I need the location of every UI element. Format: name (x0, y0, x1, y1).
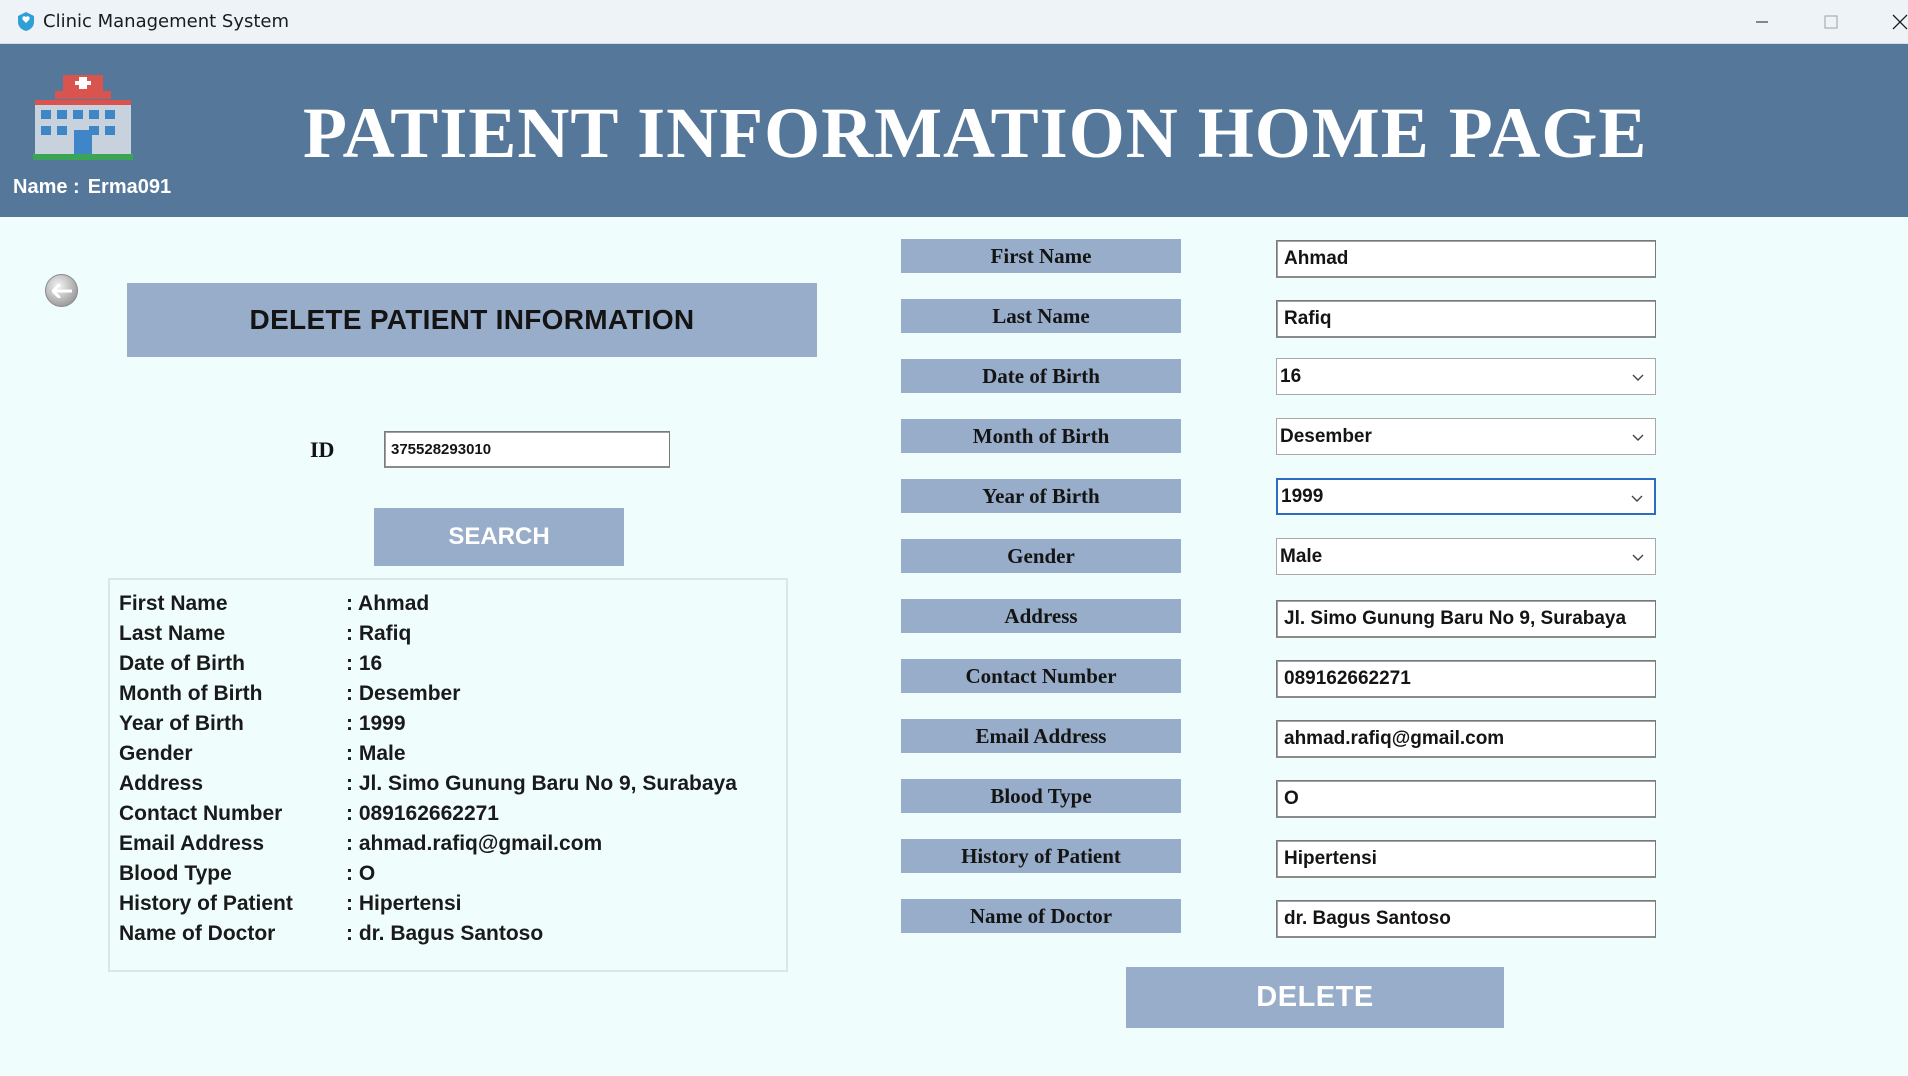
info-key: Last Name (119, 622, 226, 645)
info-key: Year of Birth (119, 712, 244, 735)
id-input[interactable] (384, 431, 670, 468)
search-button[interactable]: SEARCH (374, 508, 624, 566)
info-value: : Desember (346, 682, 461, 705)
info-key: First Name (119, 592, 228, 615)
address-field[interactable]: Jl. Simo Gunung Baru No 9, Surabaya (1276, 600, 1656, 638)
info-value: : Male (346, 742, 406, 765)
address-label: Address (901, 599, 1181, 633)
back-arrow-icon (51, 283, 72, 298)
chevron-down-icon (1632, 374, 1644, 381)
back-button[interactable] (45, 274, 78, 307)
info-value: : ahmad.rafiq@gmail.com (346, 832, 603, 855)
gender-select[interactable]: Male (1276, 538, 1656, 575)
gender-label: Gender (901, 539, 1181, 573)
gender-value: Male (1280, 545, 1323, 567)
contact-number-label: Contact Number (901, 659, 1181, 693)
email-address-label: Email Address (901, 719, 1181, 753)
info-key: Month of Birth (119, 682, 263, 705)
app-icon (18, 12, 34, 31)
info-key: History of Patient (119, 892, 293, 915)
user-name-label: Name : (13, 176, 80, 198)
date-of-birth-label: Date of Birth (901, 359, 1181, 393)
name-of-doctor-field[interactable]: dr. Bagus Santoso (1276, 900, 1656, 938)
id-label: ID (310, 437, 335, 462)
chevron-down-icon (1631, 495, 1643, 502)
info-key: Blood Type (119, 862, 232, 885)
info-value: : Hipertensi (346, 892, 462, 915)
user-name-value: Erma091 (87, 176, 172, 198)
user-name-display: Name : Erma091 (13, 176, 171, 199)
info-key: Contact Number (119, 802, 283, 825)
month-of-birth-label: Month of Birth (901, 419, 1181, 453)
maximize-button[interactable] (1801, 0, 1861, 44)
email-address-field[interactable]: ahmad.rafiq@gmail.com (1276, 720, 1656, 758)
contact-number-field[interactable]: 089162662271 (1276, 660, 1656, 698)
info-value: : 1999 (346, 712, 406, 735)
info-value: : Ahmad (346, 592, 430, 615)
year-of-birth-value: 1999 (1281, 485, 1324, 507)
chevron-down-icon (1632, 554, 1644, 561)
hospital-icon (33, 75, 133, 160)
maximize-icon (1824, 15, 1838, 29)
month-of-birth-value: Desember (1280, 425, 1372, 447)
window-titlebar: Clinic Management System (0, 0, 1908, 44)
month-of-birth-select[interactable]: Desember (1276, 418, 1656, 455)
first-name-field[interactable]: Ahmad (1276, 240, 1656, 278)
section-banner: DELETE PATIENT INFORMATION (127, 283, 817, 357)
window-title: Clinic Management System (43, 11, 290, 32)
patient-info-panel: First Name : Ahmad Last Name : Rafiq Date … (108, 578, 788, 972)
date-of-birth-select[interactable]: 16 (1276, 358, 1656, 395)
year-of-birth-label: Year of Birth (901, 479, 1181, 513)
first-name-label: First Name (901, 239, 1181, 273)
info-value: : 089162662271 (346, 802, 499, 825)
info-key: Date of Birth (119, 652, 245, 675)
name-of-doctor-label: Name of Doctor (901, 899, 1181, 933)
minimize-icon (1756, 21, 1768, 23)
close-button[interactable] (1870, 0, 1908, 44)
history-of-patient-label: History of Patient (901, 839, 1181, 873)
info-value: : O (346, 862, 376, 885)
date-of-birth-value: 16 (1280, 365, 1302, 387)
minimize-button[interactable] (1732, 0, 1792, 44)
info-key: Name of Doctor (119, 922, 276, 945)
year-of-birth-select[interactable]: 1999 (1276, 478, 1656, 515)
blood-type-field[interactable]: O (1276, 780, 1656, 818)
info-value: : Jl. Simo Gunung Baru No 9, Surabaya (346, 772, 737, 795)
info-key: Email Address (119, 832, 265, 855)
info-value: : 16 (346, 652, 383, 675)
delete-button[interactable]: DELETE (1126, 967, 1504, 1028)
page-title: PATIENT INFORMATION HOME PAGE (303, 93, 1648, 173)
info-value: : dr. Bagus Santoso (346, 922, 544, 945)
last-name-label: Last Name (901, 299, 1181, 333)
blood-type-label: Blood Type (901, 779, 1181, 813)
last-name-field[interactable]: Rafiq (1276, 300, 1656, 338)
chevron-down-icon (1632, 434, 1644, 441)
history-of-patient-field[interactable]: Hipertensi (1276, 840, 1656, 878)
info-value: : Rafiq (346, 622, 412, 645)
page-header: PATIENT INFORMATION HOME PAGE Name : Erma… (0, 44, 1908, 217)
info-key: Gender (119, 742, 193, 765)
close-icon (1892, 14, 1908, 30)
info-key: Address (119, 772, 204, 795)
